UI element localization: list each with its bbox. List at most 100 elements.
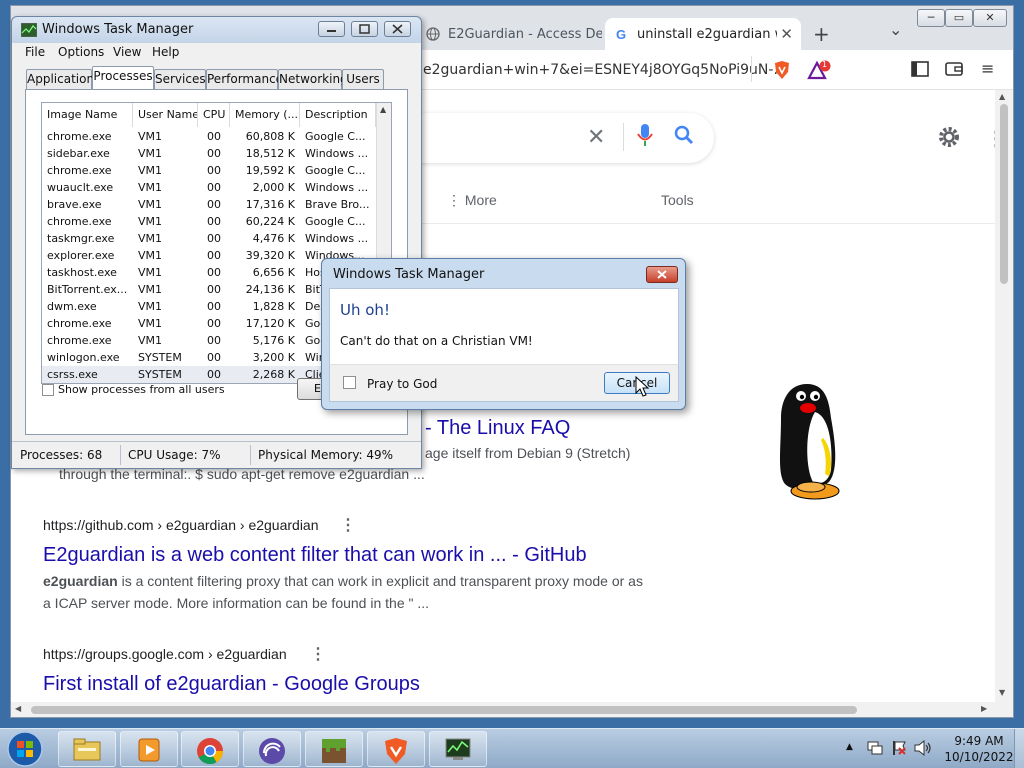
divider [751, 56, 752, 82]
cell-memory: 60,808 K [245, 130, 295, 143]
tab-applications[interactable]: Applications [26, 69, 100, 89]
cell-user-name: VM1 [138, 334, 163, 347]
minimize-button[interactable]: ─ [917, 9, 945, 27]
cell-cpu: 00 [207, 215, 221, 228]
dialog-close-button[interactable] [646, 266, 678, 283]
system-clock[interactable]: 9:49 AM 10/10/2022 [944, 733, 1014, 765]
cell-user-name: VM1 [138, 215, 163, 228]
show-hidden-icons[interactable]: ▲ [846, 742, 853, 752]
column-user-name[interactable]: User Name [133, 103, 198, 127]
pray-to-god-checkbox[interactable] [343, 376, 356, 389]
dialog-title: Windows Task Manager [333, 267, 485, 282]
horizontal-scrollbar[interactable]: ◀ ▶ [11, 702, 1013, 717]
search-icon[interactable] [674, 125, 694, 145]
column-image-name[interactable]: Image Name [42, 103, 133, 127]
table-row[interactable]: chrome.exe VM1 00 60,224 K Google C... [42, 213, 376, 230]
taskbar-task-manager[interactable] [429, 731, 487, 767]
minimize-button[interactable] [318, 21, 345, 37]
show-all-users-checkbox[interactable] [42, 384, 54, 396]
table-row[interactable]: brave.exe VM1 00 17,316 K Brave Bro... [42, 196, 376, 213]
search-box[interactable] [411, 113, 714, 163]
result-title-google-groups[interactable]: First install of e2guardian - Google Gro… [43, 673, 420, 696]
taskbar-media-player[interactable] [120, 731, 178, 767]
cell-user-name: VM1 [138, 317, 163, 330]
show-desktop-button[interactable] [1014, 729, 1024, 768]
new-tab-button[interactable]: + [813, 22, 830, 46]
microphone-icon[interactable] [637, 123, 653, 147]
tab-users[interactable]: Users [342, 69, 384, 89]
tools-filter[interactable]: Tools [661, 192, 694, 208]
tab-services[interactable]: Services [154, 69, 206, 89]
clock-date: 10/10/2022 [944, 750, 1014, 764]
column-description[interactable]: Description [300, 103, 376, 127]
action-center-flag-icon[interactable] [891, 740, 907, 756]
taskbar-minecraft[interactable] [305, 731, 363, 767]
vertical-scrollbar[interactable]: ▲ ▼ [995, 90, 1013, 702]
tab-uninstall-e2guardian[interactable]: G uninstall e2guardian win ✕ [605, 18, 801, 50]
result-title-linux-faq[interactable]: - The Linux FAQ [425, 417, 570, 440]
cell-user-name: VM1 [138, 283, 163, 296]
brave-rewards-icon[interactable]: 1 [807, 60, 833, 80]
cell-description: Google C... [305, 164, 366, 177]
menu-help[interactable]: Help [152, 45, 179, 59]
cell-user-name: VM1 [138, 130, 163, 143]
dialog-title-bar[interactable]: Windows Task Manager [322, 259, 685, 287]
close-tab-icon[interactable]: ✕ [780, 25, 793, 43]
network-icon[interactable] [867, 740, 883, 756]
clear-search-icon[interactable]: ✕ [587, 124, 605, 150]
wallet-icon[interactable] [945, 61, 963, 77]
cell-image-name: winlogon.exe [47, 351, 120, 364]
address-bar[interactable]: e2guardian+win+7&ei=ESNEY4j8OYGq5NoPi9uN… [423, 62, 787, 78]
show-all-users-label: Show processes from all users [58, 383, 225, 396]
menu-icon[interactable]: ≡ [981, 59, 994, 78]
cell-memory: 5,176 K [252, 334, 295, 347]
result-url[interactable]: https://groups.google.com › e2guardian [43, 646, 287, 662]
tab-search-button[interactable]: ⌄ [889, 20, 902, 39]
result-options-icon[interactable]: ⋮ [310, 644, 326, 664]
tab-processes[interactable]: Processes [92, 66, 154, 90]
menu-file[interactable]: File [25, 45, 45, 59]
close-button[interactable] [384, 21, 411, 37]
menu-view[interactable]: View [113, 45, 141, 59]
column-memory[interactable]: Memory (... [230, 103, 300, 127]
close-button[interactable]: ✕ [973, 9, 1007, 27]
start-button[interactable] [6, 730, 44, 768]
tab-e2guardian-access-denied[interactable]: E2Guardian - Access Denied [416, 18, 602, 50]
more-filter[interactable]: ⋮ More [447, 192, 497, 209]
taskbar-bittorrent[interactable] [243, 731, 301, 767]
taskbar-explorer[interactable] [58, 731, 116, 767]
brave-shields-icon[interactable] [773, 60, 791, 80]
table-row[interactable]: sidebar.exe VM1 00 18,512 K Windows ... [42, 145, 376, 162]
cell-user-name: VM1 [138, 300, 163, 313]
maximize-button[interactable] [351, 21, 378, 37]
sidebar-icon[interactable] [911, 61, 929, 77]
cell-image-name: chrome.exe [47, 317, 112, 330]
result-title-github[interactable]: E2guardian is a web content filter that … [43, 544, 587, 567]
scroll-thumb[interactable] [31, 706, 857, 714]
table-row[interactable]: wuauclt.exe VM1 00 2,000 K Windows ... [42, 179, 376, 196]
maximize-button[interactable]: ▭ [945, 9, 973, 27]
result-options-icon[interactable]: ⋮ [340, 515, 356, 535]
title-bar[interactable]: Windows Task Manager [12, 17, 421, 43]
menu-options[interactable]: Options [58, 45, 104, 59]
cell-description: Brave Bro... [305, 198, 370, 211]
result-url[interactable]: https://github.com › e2guardian › e2guar… [43, 517, 319, 533]
settings-gear-icon[interactable] [937, 125, 961, 149]
status-bar: Processes: 68 CPU Usage: 7% Physical Mem… [12, 441, 421, 468]
tab-networking[interactable]: Networking [278, 69, 348, 89]
scroll-thumb[interactable] [1000, 104, 1008, 284]
cell-user-name: VM1 [138, 198, 163, 211]
table-row[interactable]: chrome.exe VM1 00 60,808 K Google C... [42, 128, 376, 145]
table-row[interactable]: taskmgr.exe VM1 00 4,476 K Windows ... [42, 230, 376, 247]
taskbar-chrome[interactable] [181, 731, 239, 767]
task-manager-icon [21, 23, 37, 37]
tab-performance[interactable]: Performance [206, 69, 283, 89]
column-cpu[interactable]: CPU [198, 103, 230, 127]
result-snippet: age itself from Debian 9 (Stretch) [425, 445, 631, 461]
taskbar-brave[interactable] [367, 731, 425, 767]
volume-icon[interactable] [914, 740, 932, 756]
cell-cpu: 00 [207, 368, 221, 381]
cell-cpu: 00 [207, 164, 221, 177]
table-row[interactable]: chrome.exe VM1 00 19,592 K Google C... [42, 162, 376, 179]
mouse-cursor-icon [635, 376, 649, 398]
